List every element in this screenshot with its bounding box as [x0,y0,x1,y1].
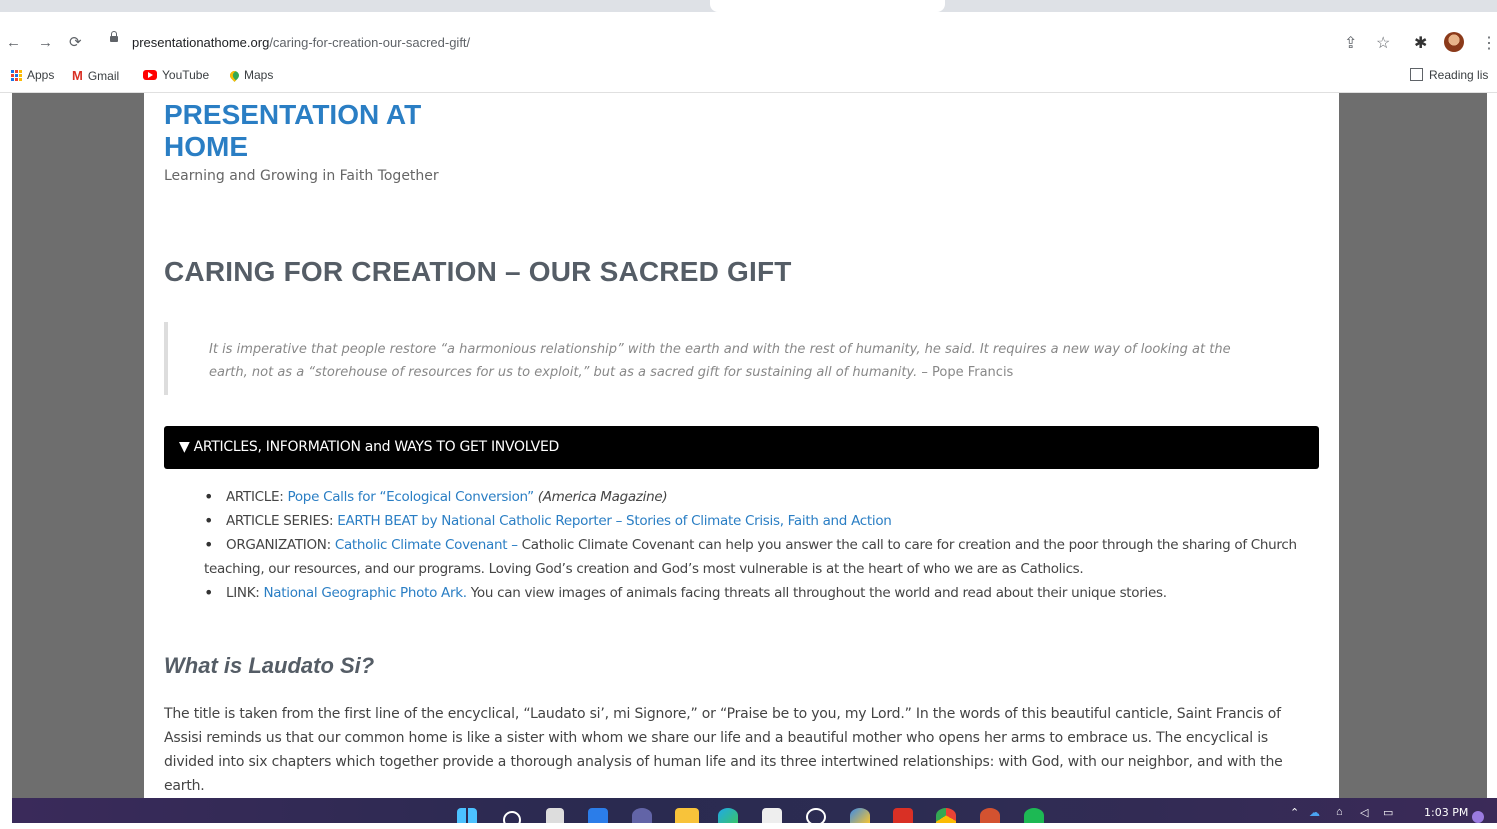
widgets-icon[interactable] [588,808,608,823]
bookmark-label: Apps [27,68,55,82]
bookmark-gmail[interactable]: M Gmail [72,68,119,83]
maps-icon [228,68,241,82]
url-path: /caring-for-creation-our-sacred-gift/ [269,35,471,50]
list-item: ARTICLE SERIES: EARTH BEAT by National C… [204,509,1324,533]
accordion-label: ▼ ARTICLES, INFORMATION and WAYS TO GET … [179,439,559,455]
item-suffix: You can view images of animals facing th… [466,585,1167,601]
accordion-header[interactable]: ▼ ARTICLES, INFORMATION and WAYS TO GET … [164,426,1319,469]
apps-icon [11,69,22,81]
bookmark-label: Gmail [87,68,120,83]
volume-icon[interactable]: ◁ [1360,806,1368,819]
browser-tab[interactable] [15,0,235,12]
item-continuation: teaching, our resources, and our program… [204,561,1084,577]
item-link[interactable]: National Geographic Photo Ark. [264,585,468,601]
lock-icon[interactable] [110,31,118,42]
bookmark-maps[interactable]: Maps [228,68,274,82]
windows-taskbar [12,798,1497,823]
section-heading: What is Laudato Si? [164,653,375,678]
spotify-icon[interactable] [1024,808,1044,823]
address-bar[interactable]: presentationathome.org/caring-for-creati… [132,35,470,50]
reading-list-icon [1410,68,1423,81]
page-content: PRESENTATION AT HOME Learning and Growin… [144,93,1339,798]
profile-avatar[interactable] [1444,32,1464,52]
onedrive-icon[interactable]: ☁ [1309,806,1320,819]
back-icon[interactable]: ← [6,34,21,51]
page-title: CARING FOR CREATION – OUR SACRED GIFT [164,256,792,287]
item-prefix: ARTICLE: [226,489,288,505]
item-suffix: Catholic Climate Covenant can help you a… [517,537,1297,553]
edge-icon[interactable] [718,808,738,823]
powerpoint-icon[interactable] [980,808,1000,823]
list-item: ARTICLE: Pope Calls for “Ecological Conv… [204,485,1324,509]
item-link[interactable]: EARTH BEAT by National Catholic Reporter… [337,513,892,529]
item-suffix: (America Magazine) [533,489,668,505]
task-view-icon[interactable] [546,808,564,823]
gmail-icon: M [72,68,83,83]
list-item: LINK: National Geographic Photo Ark. You… [204,581,1324,605]
store-icon[interactable] [762,808,782,823]
star-icon[interactable]: ☆ [1376,33,1390,53]
search-icon[interactable] [503,811,521,829]
section-paragraph: The title is taken from the first line o… [164,706,1283,794]
page-viewport: PRESENTATION AT HOME Learning and Growin… [12,93,1487,798]
browser-tab[interactable] [245,0,470,12]
quote-italic: It is imperative that people restore “a … [209,342,1231,380]
url-host: presentationathome.org [132,35,270,50]
site-title[interactable]: PRESENTATION AT HOME [164,99,464,163]
reading-list-button[interactable]: Reading lis [1410,68,1488,82]
reading-list-label: Reading lis [1429,68,1489,82]
extensions-icon[interactable]: ✱ [1414,33,1427,53]
item-prefix: ARTICLE SERIES: [226,513,338,529]
quote-text: It is imperative that people restore “a … [209,338,1269,384]
menu-icon[interactable]: ⋮ [1481,33,1497,53]
windows-start-icon[interactable] [457,808,477,823]
tray-chevron-icon[interactable]: ⌃ [1290,806,1299,819]
reload-icon[interactable]: ⟳ [69,33,82,51]
chrome-icon[interactable] [936,808,956,823]
blockquote: It is imperative that people restore “a … [164,322,1298,395]
item-link[interactable]: Pope Calls for “Ecological Conversion” [287,489,534,505]
taskbar-clock[interactable]: 1:03 PM [1424,806,1468,819]
file-explorer-icon[interactable] [675,808,699,823]
browser-tab[interactable] [480,0,705,12]
item-prefix: ORGANIZATION: [226,537,335,553]
youtube-icon [143,70,157,80]
quote-attribution: – Pope Francis [917,365,1014,380]
share-icon[interactable]: ⇪ [1344,33,1357,53]
bookmarks-bar [0,62,1497,93]
app-icon[interactable] [806,808,826,826]
forward-icon[interactable]: → [38,34,53,51]
notification-icon[interactable] [1472,811,1484,823]
bookmark-label: YouTube [162,68,210,82]
bookmark-apps[interactable]: Apps [11,68,54,82]
gmail-taskbar-icon[interactable] [893,808,913,823]
resource-list: ARTICLE: Pope Calls for “Ecological Conv… [204,485,1324,605]
site-tagline: Learning and Growing in Faith Together [164,168,439,184]
weather-icon[interactable] [850,808,870,823]
bookmark-label: Maps [244,68,274,82]
bookmark-youtube[interactable]: YouTube [143,68,209,82]
item-link[interactable]: Catholic Climate Covenant – [335,537,518,553]
list-item: ORGANIZATION: Catholic Climate Covenant … [204,533,1324,581]
battery-icon[interactable]: ▭ [1383,806,1393,819]
teams-chat-icon[interactable] [632,808,652,823]
network-icon[interactable]: ⌂ [1336,806,1343,818]
browser-tab-active[interactable] [710,0,945,12]
item-prefix: LINK: [226,585,264,601]
tab-strip [0,0,1497,12]
